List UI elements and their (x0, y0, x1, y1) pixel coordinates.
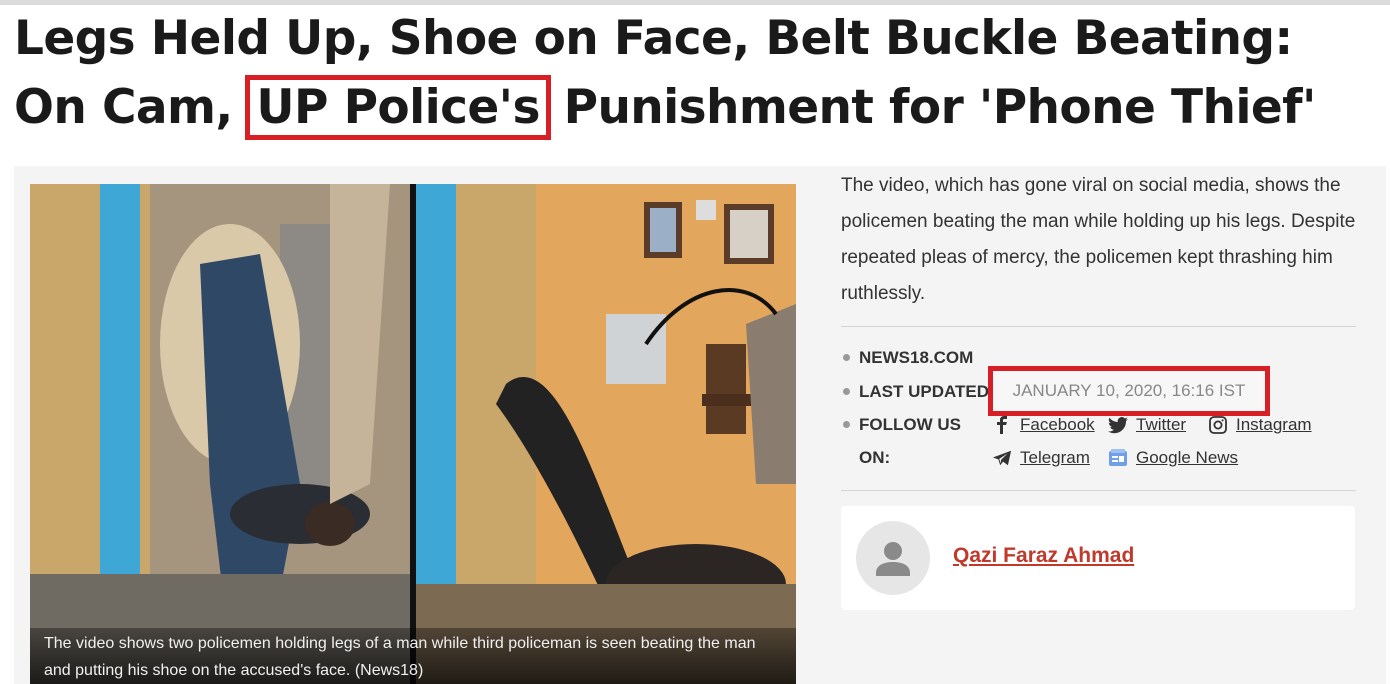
instagram-label[interactable]: Instagram (1236, 415, 1312, 435)
bullet-icon (843, 421, 850, 428)
video-frame-left (30, 184, 410, 684)
last-updated-label: LAST UPDATED (859, 382, 990, 401)
instagram-link[interactable]: Instagram (1208, 415, 1312, 435)
divider-bottom (841, 490, 1356, 491)
twitter-link[interactable]: Twitter (1108, 415, 1186, 435)
facebook-icon (992, 415, 1012, 435)
google-news-link[interactable]: Google News (1108, 448, 1238, 468)
user-icon (876, 542, 910, 576)
telegram-icon (992, 448, 1012, 468)
facebook-link[interactable]: Facebook (992, 415, 1095, 435)
facebook-label[interactable]: Facebook (1020, 415, 1095, 435)
twitter-icon (1108, 415, 1128, 435)
last-updated-date: JANUARY 10, 2020, 16:16 IST (988, 366, 1270, 416)
source-label: NEWS18.COM (859, 348, 974, 367)
bullet-icon (843, 388, 850, 395)
headline-text-2: Punishment for 'Phone Thief' (563, 80, 1317, 135)
divider-top (841, 326, 1356, 327)
author-name-link[interactable]: Qazi Faraz Ahmad (953, 544, 1134, 568)
video-frame-right (416, 184, 796, 684)
headline-highlight: UP Police's (245, 75, 551, 140)
article-image[interactable]: The video shows two policemen holding le… (30, 184, 796, 684)
instagram-icon (1208, 415, 1228, 435)
bullet-icon (843, 354, 850, 361)
follow-label-line1: FOLLOW US (859, 415, 961, 434)
follow-label-line2: ON: (859, 448, 891, 467)
avatar[interactable] (856, 521, 930, 595)
telegram-label[interactable]: Telegram (1020, 448, 1090, 468)
scene-right-illustration (416, 184, 796, 684)
twitter-label[interactable]: Twitter (1136, 415, 1186, 435)
article-summary: The video, which has gone viral on socia… (841, 175, 1356, 304)
article-headline: Legs Held Up, Shoe on Face, Belt Buckle … (14, 4, 1374, 142)
telegram-link[interactable]: Telegram (992, 448, 1090, 468)
scene-left-illustration (30, 184, 410, 684)
google-news-label[interactable]: Google News (1136, 448, 1238, 468)
author-card: Qazi Faraz Ahmad (841, 506, 1355, 610)
google-news-icon (1108, 448, 1128, 468)
image-caption: The video shows two policemen holding le… (30, 628, 796, 684)
